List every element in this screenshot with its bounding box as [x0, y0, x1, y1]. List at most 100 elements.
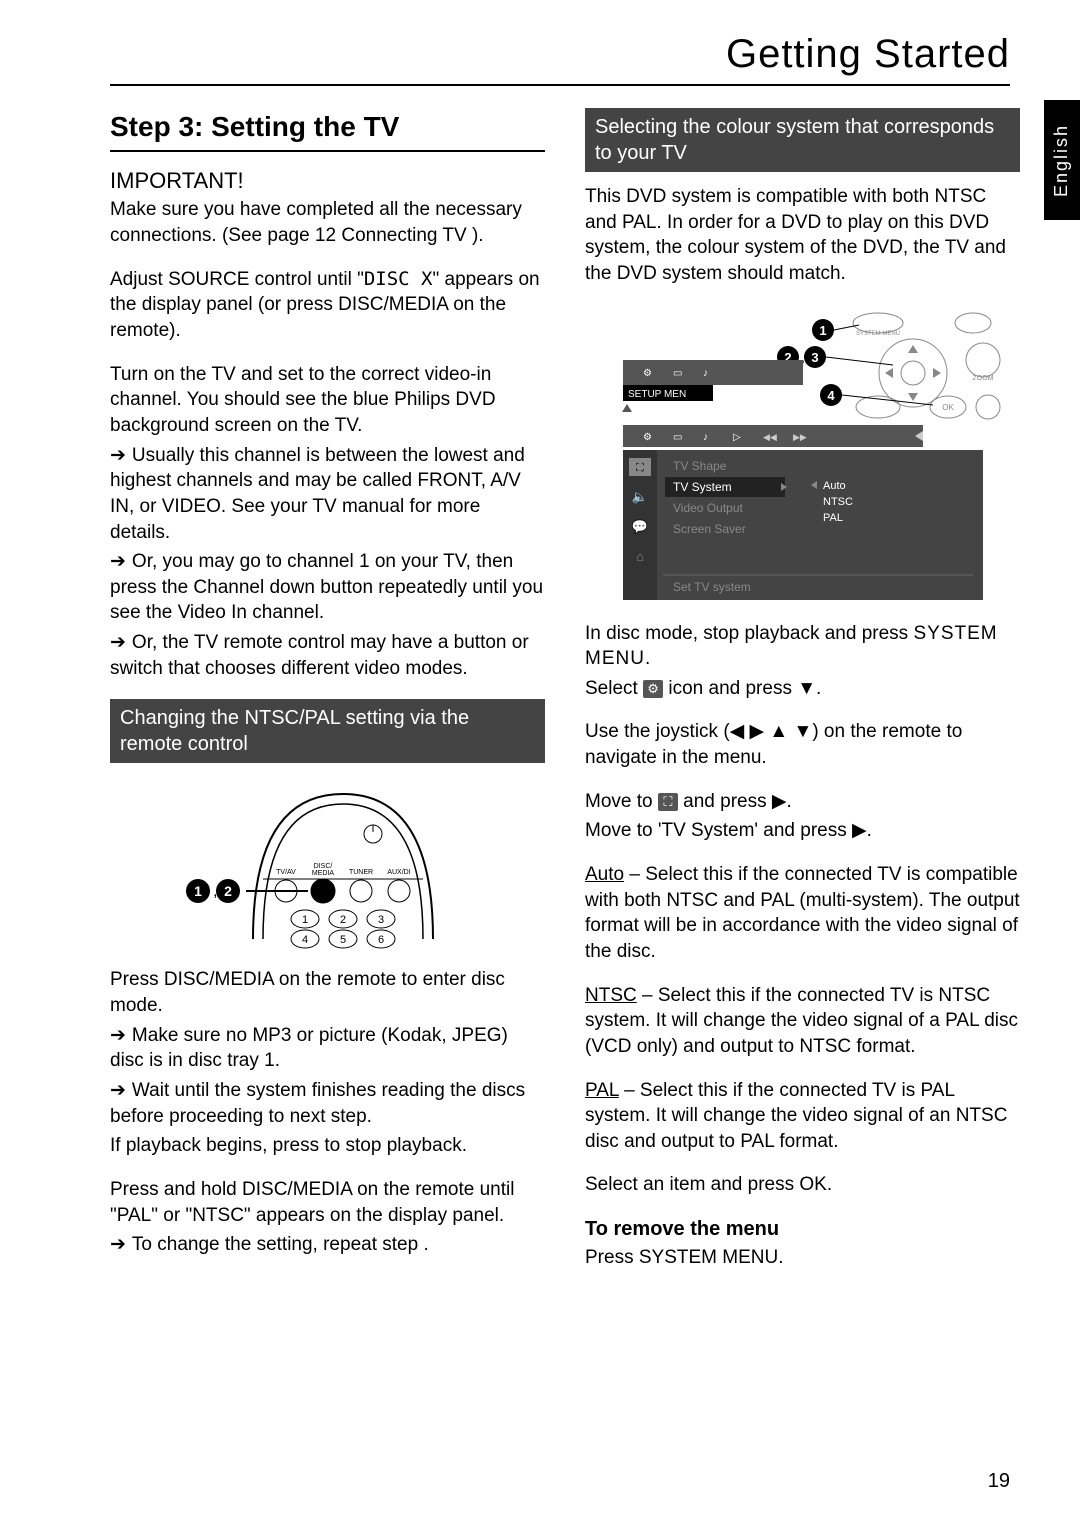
svg-text:▭: ▭: [673, 432, 682, 443]
text: Adjust SOURCE control until ": [110, 269, 364, 290]
step-move-to-tv-icon: Move to ⛶ and press ▶.: [585, 789, 1020, 815]
step-system-menu: In disc mode, stop playback and press SY…: [585, 621, 1020, 672]
language-tab-label: English: [1052, 123, 1073, 196]
option-ntsc: NTSC – Select this if the connected TV i…: [585, 983, 1020, 1060]
opt-auto: Auto: [823, 480, 846, 492]
label-media: MEDIA: [311, 870, 334, 877]
left-column: Step 3: Setting the TV IMPORTANT! Make s…: [110, 108, 545, 1289]
sliders-icon: ⚙: [643, 680, 663, 698]
audio-icon: 🔈: [631, 489, 647, 505]
callout-4: 4: [827, 388, 835, 403]
tv-small-icon: ⛶: [658, 793, 678, 811]
tv-icon: ⛶: [636, 462, 644, 474]
svg-text:⚙: ⚙: [643, 432, 652, 443]
label-disc: DISC/: [313, 863, 332, 870]
label-system-menu: SYSTEM MENU: [855, 331, 899, 337]
opt-pal: PAL: [823, 512, 843, 524]
chapter-title: Getting Started: [726, 32, 1010, 77]
menu-tv-system: TV System: [673, 480, 732, 494]
text: Connecting TV: [341, 225, 466, 246]
menu-screen-saver: Screen Saver: [673, 522, 746, 536]
step-select-icon: Select ⚙ icon and press ▼.: [585, 676, 1020, 702]
sub-heading-colour-system: Selecting the colour system that corresp…: [585, 108, 1020, 172]
header-rule: [110, 84, 1010, 86]
svg-text:5: 5: [339, 934, 345, 946]
step-heading: Step 3: Setting the TV: [110, 108, 545, 152]
remote-diagram: TV/AV DISC/ MEDIA TUNER AUX/DI 1 2 3 4 5: [110, 779, 545, 949]
text: PAL: [585, 1080, 619, 1101]
svg-text:▭: ▭: [673, 368, 682, 379]
remote-nav-cluster-icon: SYSTEM MENU ZOOM OK: [853, 310, 1003, 420]
text: ).: [472, 225, 484, 246]
osd-diagram: SYSTEM MENU ZOOM OK: [585, 305, 1020, 605]
dpad-up-icon: [908, 345, 918, 353]
play-icon: ▷: [733, 432, 741, 443]
rew-icon: ◀◀: [763, 432, 777, 442]
svg-text:4: 4: [301, 934, 307, 946]
lock-icon: ⌂: [636, 549, 644, 564]
callout-3: 3: [811, 350, 818, 365]
paragraph-stop-playback: If playback begins, press to stop playba…: [110, 1133, 545, 1159]
step-move-tv-system: Move to 'TV System' and press ▶.: [585, 818, 1020, 844]
text: icon and press ▼.: [663, 678, 821, 699]
callout-1-2: 1 , 2: [186, 879, 240, 903]
btn-tuner: [350, 880, 372, 902]
svg-text:⚙: ⚙: [643, 368, 652, 379]
text: – Select this if the connected TV is PAL…: [585, 1080, 1007, 1152]
svg-text:2: 2: [339, 914, 345, 926]
text: – Select this if the connected TV is com…: [585, 864, 1020, 962]
svg-text:♪: ♪: [703, 368, 708, 379]
callout-1: 1: [819, 323, 826, 338]
right-column: Selecting the colour system that corresp…: [585, 108, 1020, 1289]
dpad-left-icon: [885, 368, 893, 378]
option-pal: PAL – Select this if the connected TV is…: [585, 1078, 1020, 1155]
language-tab: English: [1044, 100, 1080, 220]
text: and press ▶.: [678, 791, 792, 812]
osd-setup-label: SETUP MEN: [628, 389, 686, 400]
svg-text:1: 1: [301, 914, 307, 926]
important-label: IMPORTANT!: [110, 166, 545, 196]
tip-wait-read: Wait until the system finishes reading t…: [110, 1078, 545, 1129]
ff-icon: ▶▶: [793, 432, 807, 442]
dpad-down-icon: [908, 393, 918, 401]
sub-heading-ntscpal: Changing the NTSC/PAL setting via the re…: [110, 699, 545, 763]
paragraph-discmedia: Press DISC/MEDIA on the remote to enter …: [110, 967, 545, 1018]
paragraph-tv-on: Turn on the TV and set to the correct vi…: [110, 362, 545, 439]
step-joystick: Use the joystick (◀ ▶ ▲ ▼) on the remote…: [585, 719, 1020, 770]
option-auto: Auto – Select this if the connected TV i…: [585, 862, 1020, 965]
paragraph-source: Adjust SOURCE control until "DISC X" app…: [110, 267, 545, 344]
down-arrow-icon: [622, 404, 632, 412]
btn-zoom: [966, 343, 1000, 377]
tip-channel-1: Or, you may go to channel 1 on your TV, …: [110, 549, 545, 626]
important-body: Make sure you have completed all the nec…: [110, 197, 545, 248]
svg-text:1: 1: [194, 883, 202, 899]
step-press-ok: Select an item and press OK.: [585, 1172, 1020, 1198]
svg-text:2: 2: [224, 883, 232, 899]
opt-ntsc: NTSC: [823, 496, 853, 508]
label-tuner: TUNER: [348, 869, 372, 876]
text: Select: [585, 678, 643, 699]
dpad-right-icon: [933, 368, 941, 378]
text: – Select this if the connected TV is NTS…: [585, 985, 1018, 1057]
tip-repeat-step: To change the setting, repeat step .: [110, 1232, 545, 1258]
svg-text:6: 6: [377, 934, 383, 946]
text: Auto: [585, 864, 624, 885]
page-number: 19: [988, 1470, 1010, 1493]
menu-tv-shape: TV Shape: [673, 459, 727, 473]
btn-auxdi: [388, 880, 410, 902]
menu-video-output: Video Output: [673, 501, 743, 515]
label-auxdi: AUX/DI: [387, 869, 410, 876]
svg-text:3: 3: [377, 914, 383, 926]
tip-channel-name: Usually this channel is between the lowe…: [110, 443, 545, 546]
paragraph-hold-discmedia: Press and hold DISC/MEDIA on the remote …: [110, 1177, 545, 1228]
label-tvav: TV/AV: [276, 869, 296, 876]
remove-menu-body: Press SYSTEM MENU.: [585, 1245, 1020, 1271]
text: In disc mode, stop playback and press: [585, 623, 913, 644]
manual-page: Getting Started English Step 3: Setting …: [0, 0, 1080, 1529]
osd-help-bar: Set TV system: [673, 580, 751, 594]
tip-remote-mode: Or, the TV remote control may have a but…: [110, 630, 545, 681]
label-zoom: ZOOM: [972, 375, 993, 382]
text: Move to: [585, 791, 658, 812]
tip-no-mp3: Make sure no MP3 or picture (Kodak, JPEG…: [110, 1023, 545, 1074]
display-code: DISC X: [364, 268, 433, 290]
